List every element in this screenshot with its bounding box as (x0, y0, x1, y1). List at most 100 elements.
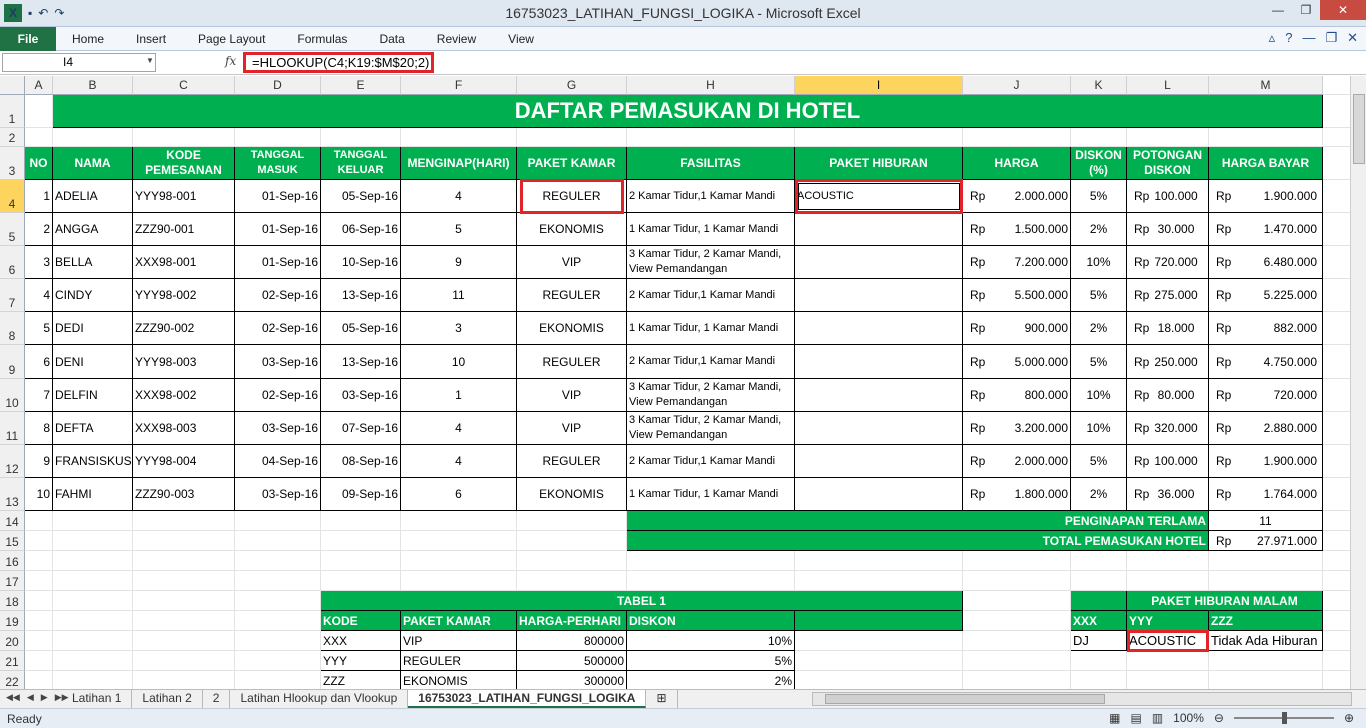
column-header-m[interactable]: M (1209, 76, 1323, 95)
row-header-20[interactable]: 20 (0, 631, 25, 651)
file-tab[interactable]: File (0, 27, 56, 51)
sheet-tab[interactable]: Latihan 1 (62, 690, 133, 708)
formula-input[interactable]: =HLOOKUP(C4;K19:$M$20;2) (243, 52, 434, 73)
row-header-8[interactable]: 8 (0, 312, 25, 345)
minimize-icon[interactable]: — (1264, 0, 1292, 20)
column-header-h[interactable]: H (627, 76, 795, 95)
minimize-workbook-icon[interactable]: — (1302, 30, 1315, 46)
hscroll-thumb[interactable] (825, 694, 1105, 704)
row-header-18[interactable]: 18 (0, 591, 25, 611)
column-header-e[interactable]: E (321, 76, 401, 95)
help-icon[interactable]: ? (1285, 30, 1292, 46)
hiburan-value: ACOUSTIC (1127, 631, 1209, 651)
first-sheet-icon[interactable]: ◀◀ (6, 692, 20, 703)
currency-label: Rp (1134, 354, 1150, 369)
row-header-5[interactable]: 5 (0, 213, 25, 246)
tabel1-cell: 500000 (517, 651, 627, 671)
sheet-tab[interactable]: 16753023_LATIHAN_FUNGSI_LOGIKA (408, 690, 647, 708)
ribbon-controls: ▵ ? — ❐ ✕ (1269, 30, 1358, 46)
cell-fasilitas: 2 Kamar Tidur,1 Kamar Mandi (627, 445, 795, 478)
name-box-dropdown-icon[interactable]: ▼ (146, 56, 154, 65)
ribbon-tab-page-layout[interactable]: Page Layout (182, 32, 281, 46)
row-header-9[interactable]: 9 (0, 345, 25, 379)
column-header-a[interactable]: A (25, 76, 53, 95)
cell-tanggal-masuk: 01-Sep-16 (235, 180, 321, 213)
normal-view-icon[interactable]: ▦ (1109, 711, 1120, 725)
tabel1-cell: 300000 (517, 671, 627, 689)
restore-workbook-icon[interactable]: ❐ (1325, 30, 1337, 46)
row-header-21[interactable]: 21 (0, 651, 25, 671)
column-header-b[interactable]: B (53, 76, 133, 95)
column-header-l[interactable]: L (1127, 76, 1209, 95)
column-header-c[interactable]: C (133, 76, 235, 95)
row-header-10[interactable]: 10 (0, 379, 25, 412)
harga-value: 5.000.000 (1014, 354, 1068, 369)
ribbon-tab-formulas[interactable]: Formulas (281, 32, 363, 46)
row-header-1[interactable]: 1 (0, 95, 25, 128)
worksheet-grid[interactable]: A B C D E F G H I J K L M 1 2 3 4 5 6 7 8 9 10 11 12 13 14 15 16 17 18… (0, 76, 1350, 689)
ribbon-tab-home[interactable]: Home (56, 32, 120, 46)
prev-sheet-icon[interactable]: ◀ (27, 692, 34, 703)
row-header-17[interactable]: 17 (0, 571, 25, 591)
row-header-7[interactable]: 7 (0, 279, 25, 312)
row-header-3[interactable]: 3 (0, 147, 25, 180)
cell-menginap: 3 (401, 312, 517, 345)
row-header-11[interactable]: 11 (0, 412, 25, 445)
row-header-6[interactable]: 6 (0, 246, 25, 279)
ribbon-tab-data[interactable]: Data (363, 32, 420, 46)
cell-kode: YYY98-002 (133, 279, 235, 312)
zoom-level[interactable]: 100% (1173, 711, 1204, 725)
cell-tanggal-keluar: 05-Sep-16 (321, 312, 401, 345)
ribbon-tab-insert[interactable]: Insert (120, 32, 182, 46)
cell-tanggal-masuk: 04-Sep-16 (235, 445, 321, 478)
row-header-4[interactable]: 4 (0, 180, 25, 213)
row-header-14[interactable]: 14 (0, 511, 25, 531)
page-layout-view-icon[interactable]: ▤ (1130, 711, 1141, 725)
collapse-ribbon-icon[interactable]: ▵ (1269, 30, 1276, 46)
column-header-j[interactable]: J (963, 76, 1071, 95)
tabel1-title: TABEL 1 (321, 591, 963, 611)
close-icon[interactable]: ✕ (1320, 0, 1366, 20)
column-header-i[interactable]: I (795, 76, 963, 95)
column-header-g[interactable]: G (517, 76, 627, 95)
column-header-k[interactable]: K (1071, 76, 1127, 95)
ribbon-tab-review[interactable]: Review (421, 32, 492, 46)
insert-function-icon[interactable]: fx (225, 54, 236, 68)
sheet-tab[interactable]: Latihan Hlookup dan Vlookup (230, 690, 409, 708)
sheet-tab[interactable]: Latihan 2 (132, 690, 203, 708)
column-header-d[interactable]: D (235, 76, 321, 95)
tabel1-cell: ZZZ (321, 671, 401, 689)
next-sheet-icon[interactable]: ▶ (41, 692, 48, 703)
row-header-22[interactable]: 22 (0, 671, 25, 689)
zoom-out-icon[interactable]: ⊖ (1214, 711, 1224, 725)
row-header-12[interactable]: 12 (0, 445, 25, 478)
tabel1-header: HARGA-PERHARI (517, 611, 627, 631)
insert-sheet-icon[interactable]: ⊞ (646, 690, 678, 708)
horizontal-scrollbar[interactable] (812, 692, 1352, 706)
tabel1-cell: VIP (401, 631, 517, 651)
row-header-2[interactable]: 2 (0, 128, 25, 147)
row-header-13[interactable]: 13 (0, 478, 25, 511)
scroll-thumb[interactable] (1353, 94, 1365, 164)
column-header-f[interactable]: F (401, 76, 517, 95)
vertical-scrollbar[interactable] (1350, 76, 1366, 689)
row-header-19[interactable]: 19 (0, 611, 25, 631)
row-header-16[interactable]: 16 (0, 551, 25, 571)
cell-paket-kamar: REGULER (517, 180, 627, 213)
name-box[interactable]: I4 (2, 53, 156, 72)
page-break-view-icon[interactable]: ▥ (1152, 711, 1163, 725)
cell-tanggal-masuk: 03-Sep-16 (235, 345, 321, 379)
currency-label: Rp (970, 255, 986, 269)
harga-bayar-value: 1.470.000 (1263, 222, 1317, 236)
select-all-corner[interactable] (0, 76, 25, 95)
zoom-slider[interactable] (1233, 712, 1334, 724)
sheet-tab[interactable]: 2 (203, 690, 231, 708)
currency-label: Rp (970, 454, 986, 468)
restore-icon[interactable]: ❐ (1292, 0, 1320, 20)
row-header-15[interactable]: 15 (0, 531, 25, 551)
ribbon-tab-view[interactable]: View (492, 32, 550, 46)
close-workbook-icon[interactable]: ✕ (1347, 30, 1358, 46)
currency-label: Rp (970, 288, 986, 302)
zoom-in-icon[interactable]: ⊕ (1344, 711, 1354, 725)
currency-label: Rp (1216, 321, 1232, 335)
